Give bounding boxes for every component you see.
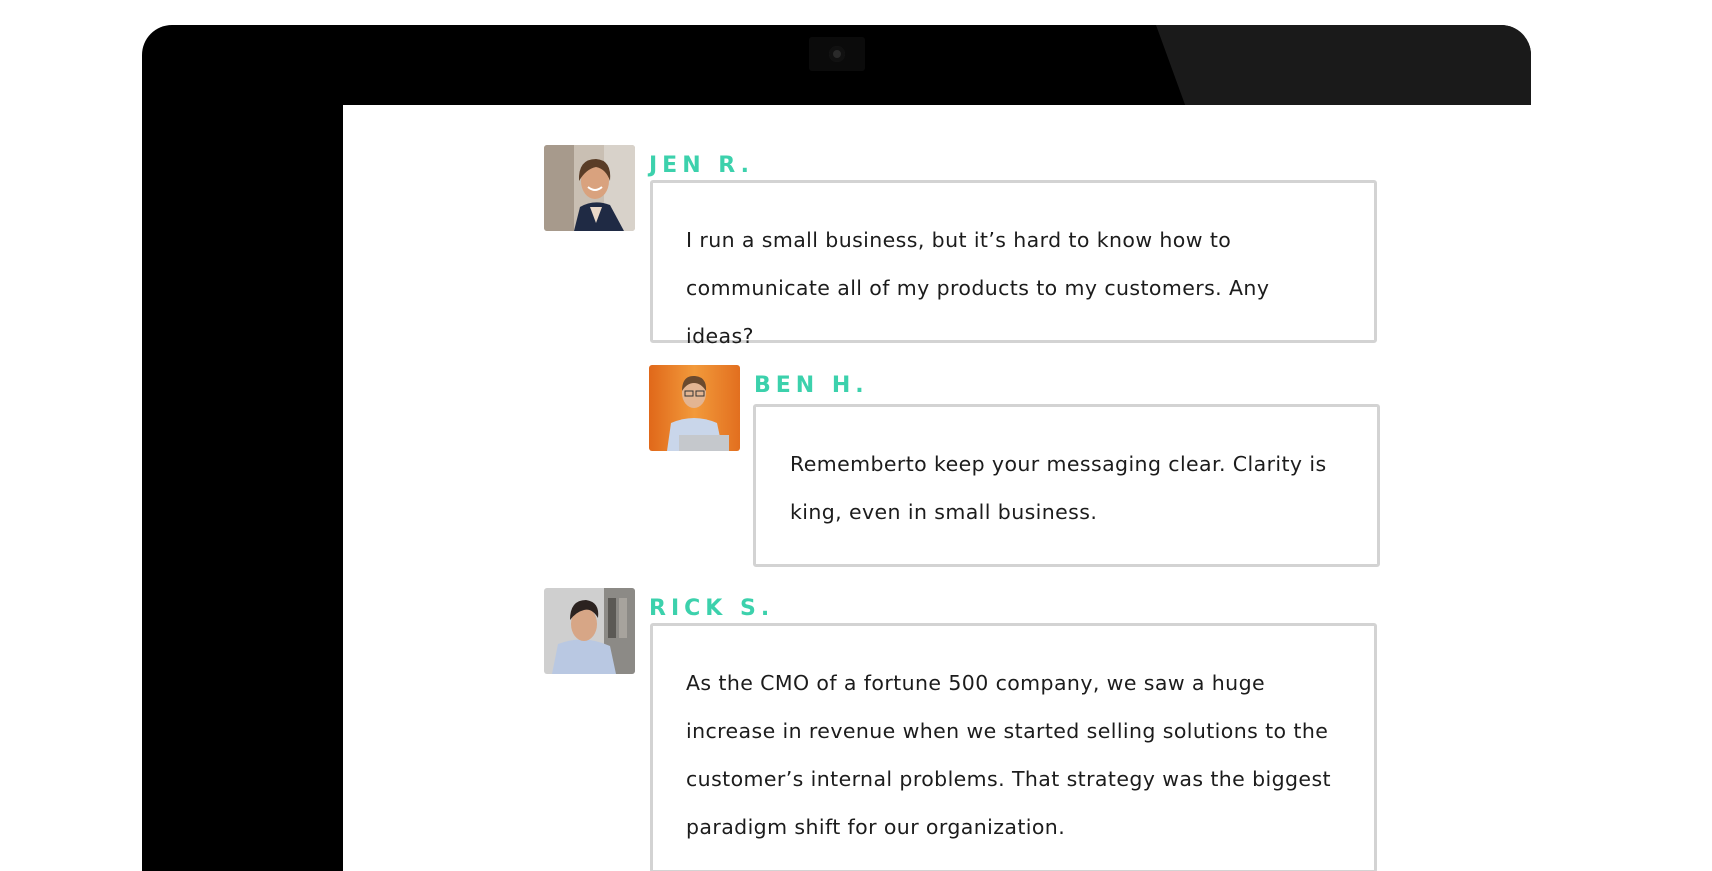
page: JEN R. I run a small business, but it’s … — [0, 0, 1712, 871]
comment-bubble: Rememberto keep your messaging clear. Cl… — [753, 404, 1380, 567]
comment-author: BEN H. — [754, 373, 869, 398]
comment-bubble: I run a small business, but it’s hard to… — [650, 180, 1377, 348]
comment-text: As the CMO of a fortune 500 company, we … — [686, 671, 1331, 839]
man-with-laptop-avatar[interactable] — [649, 365, 740, 451]
comment-rick: RICK S. As the CMO of a fortune 500 comp… — [544, 588, 1377, 871]
comment-thread: JEN R. I run a small business, but it’s … — [343, 105, 1531, 871]
man-portrait-avatar[interactable] — [544, 588, 635, 674]
comment-text: I run a small business, but it’s hard to… — [686, 228, 1270, 348]
comment-ben: BEN H. Rememberto keep your messaging cl… — [649, 365, 1380, 575]
comment-text: Rememberto keep your messaging clear. Cl… — [790, 452, 1327, 524]
comment-bubble: As the CMO of a fortune 500 company, we … — [650, 623, 1377, 871]
laptop-bezel: JEN R. I run a small business, but it’s … — [142, 25, 1531, 871]
woman-portrait-avatar[interactable] — [544, 145, 635, 231]
webcam-icon — [809, 37, 865, 71]
comment-author: RICK S. — [649, 596, 775, 621]
camera-lens — [829, 46, 845, 62]
laptop-screen: JEN R. I run a small business, but it’s … — [343, 105, 1531, 871]
comment-author: JEN R. — [649, 153, 754, 178]
